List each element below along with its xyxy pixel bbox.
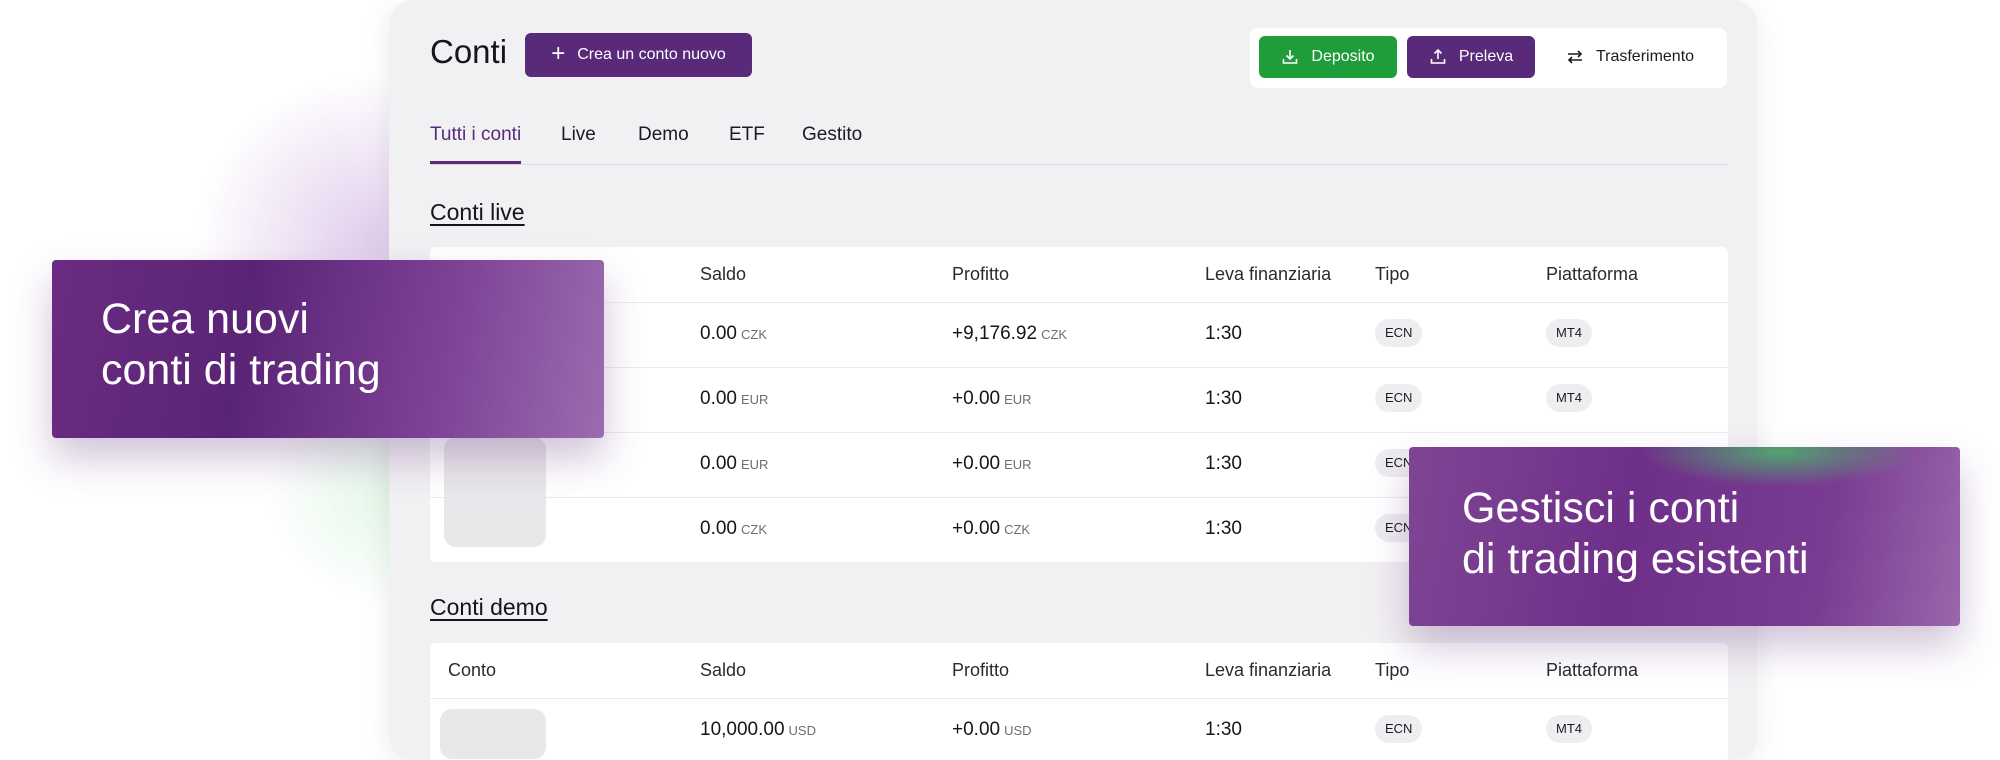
balance-cell: 0.00 CZK [700,518,767,539]
balance-cell: 0.00 CZK [700,323,767,344]
account-actions: Deposito Preleva Trasferimento [1250,28,1727,88]
platform-badge: MT4 [1546,319,1592,347]
leverage-cell: 1:30 [1205,388,1242,409]
tab-etf[interactable]: ETF [729,124,765,146]
column-header: Piattaforma [1546,264,1639,284]
green-glow [1639,447,1919,487]
profit-cell: +9,176.92 CZK [952,323,1068,344]
tab-demo[interactable]: Demo [638,124,689,146]
leverage-cell: 1:30 [1205,453,1242,474]
profit-cell: +0.00 EUR [952,388,1032,409]
account-avatar-placeholder [440,709,546,759]
column-header: Profitto [952,264,1010,284]
column-header: Leva finanziaria [1205,264,1332,284]
account-tabs: Tutti i conti Live Demo ETF Gestito [430,124,1728,165]
manage-accounts-callout: Gestisci i conti di trading esistenti [1409,447,1960,626]
column-header: Saldo [700,264,747,284]
column-header: Leva finanziaria [1205,660,1332,680]
deposit-label: Deposito [1311,48,1375,65]
profit-cell: +0.00 CZK [952,518,1031,539]
balance-cell: 10,000.00 USD [700,719,816,740]
leverage-cell: 1:30 [1205,323,1242,344]
tab-live[interactable]: Live [561,124,596,146]
callout-line: Gestisci i conti [1462,484,1740,532]
deposit-button[interactable]: Deposito [1259,36,1397,78]
profit-cell: +0.00 EUR [952,453,1032,474]
column-header: Tipo [1375,264,1410,284]
table-header: Saldo Profitto Leva finanziaria Tipo Pia… [430,247,1728,303]
withdraw-label: Preleva [1458,48,1514,65]
callout-line: conti di trading [101,346,381,394]
page-title: Conti [430,33,508,70]
live-section-title: Conti live [430,199,525,225]
platform-badge: MT4 [1546,715,1592,743]
tab-all-accounts[interactable]: Tutti i conti [430,124,522,164]
type-badge: ECN [1375,715,1423,743]
callout-line: Crea nuovi [101,295,309,343]
demo-section-title: Conti demo [430,594,548,620]
account-avatar-placeholder [444,437,546,547]
column-header: Profitto [952,660,1010,680]
platform-badge: MT4 [1546,384,1592,412]
transfer-button[interactable]: Trasferimento [1545,36,1715,78]
column-header: Tipo [1375,660,1410,680]
create-accounts-callout: Crea nuovi conti di trading [52,260,604,438]
balance-cell: 0.00 EUR [700,388,769,409]
download-icon [1283,50,1298,64]
type-badge: ECN [1375,319,1423,347]
table-row[interactable]: 0.00 EUR +0.00 EUR 1:30 ECN MT4 [430,368,1728,433]
profit-cell: +0.00 USD [952,719,1032,740]
transfer-arrows-icon [1567,50,1583,64]
table-row[interactable]: 10,000.00 USD +0.00 USD 1:30 ECN MT4 [430,699,1728,760]
type-badge: ECN [1375,384,1423,412]
column-header: Piattaforma [1546,660,1639,680]
callout-line: di trading esistenti [1462,535,1809,583]
balance-cell: 0.00 EUR [700,453,769,474]
plus-icon: + [551,40,566,67]
column-header: Conto [448,660,497,680]
transfer-label: Trasferimento [1595,48,1695,65]
column-header: Saldo [700,660,747,680]
tab-managed[interactable]: Gestito [802,124,862,146]
demo-accounts-table: Conto Saldo Profitto Leva finanziaria Ti… [430,643,1728,760]
withdraw-button[interactable]: Preleva [1407,36,1535,78]
create-account-button[interactable]: + Crea un conto nuovo [525,33,752,77]
table-header: Conto Saldo Profitto Leva finanziaria Ti… [430,643,1728,699]
create-account-label: Crea un conto nuovo [577,46,726,63]
table-row[interactable]: 0.00 CZK +9,176.92 CZK 1:30 ECN MT4 [430,303,1728,368]
upload-icon [1430,48,1446,64]
leverage-cell: 1:30 [1205,518,1242,539]
leverage-cell: 1:30 [1205,719,1242,740]
